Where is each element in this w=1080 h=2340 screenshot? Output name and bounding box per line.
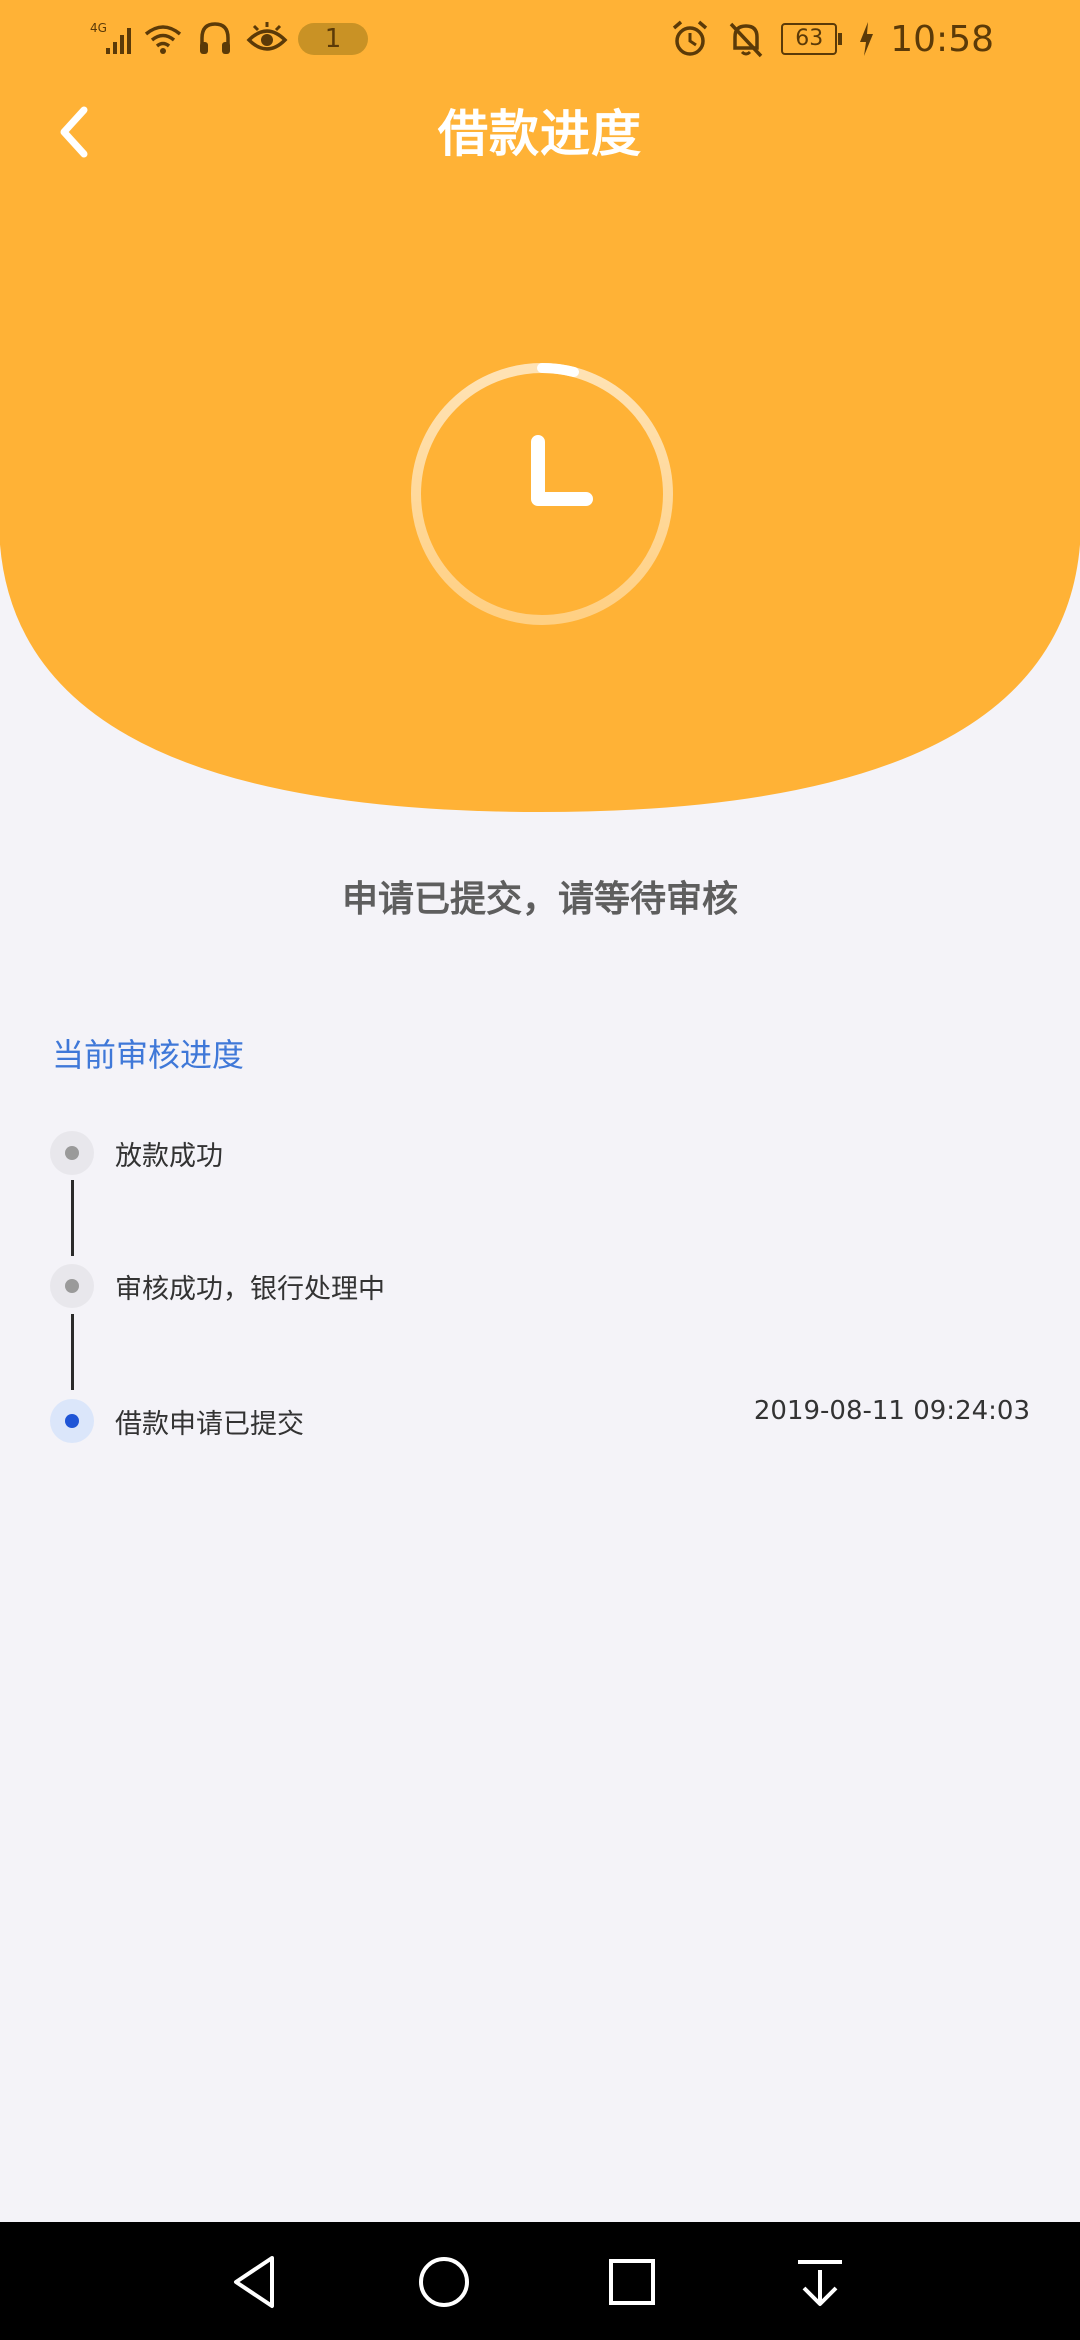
timeline-connector [71, 1314, 74, 1390]
battery-icon: 63 [781, 23, 843, 55]
eye-icon [246, 18, 288, 60]
step-label: 借款申请已提交 [115, 1409, 304, 1440]
signal-icon: 4G [90, 18, 132, 60]
mute-bell-icon [725, 18, 767, 60]
battery-level: 63 [781, 23, 838, 55]
wifi-icon [142, 18, 184, 60]
charging-icon [856, 18, 876, 60]
status-bar: 4G 1 63 10:58 [0, 0, 1080, 84]
clock-icon [408, 360, 676, 628]
back-triangle-icon[interactable] [220, 2246, 292, 2318]
alarm-icon [669, 18, 711, 60]
step-dot [50, 1264, 94, 1308]
notification-pulldown-icon[interactable] [784, 2246, 856, 2318]
network-label: 4G [90, 21, 107, 35]
step-time: 2019-08-11 09:24:03 [753, 1396, 1030, 1426]
timeline-connector [71, 1180, 74, 1256]
step-label: 放款成功 [115, 1141, 223, 1172]
headset-icon [194, 18, 236, 60]
status-time: 10:58 [890, 18, 994, 60]
step-dot-current [50, 1399, 94, 1443]
nav-header: 借款进度 [0, 84, 1080, 202]
notification-count-badge: 1 [298, 23, 368, 55]
home-circle-icon[interactable] [408, 2246, 480, 2318]
step-label: 审核成功，银行处理中 [115, 1274, 385, 1305]
page-title: 借款进度 [438, 105, 642, 163]
recents-square-icon[interactable] [596, 2246, 668, 2318]
system-nav-bar [0, 2222, 1080, 2340]
step-dot [50, 1131, 94, 1175]
